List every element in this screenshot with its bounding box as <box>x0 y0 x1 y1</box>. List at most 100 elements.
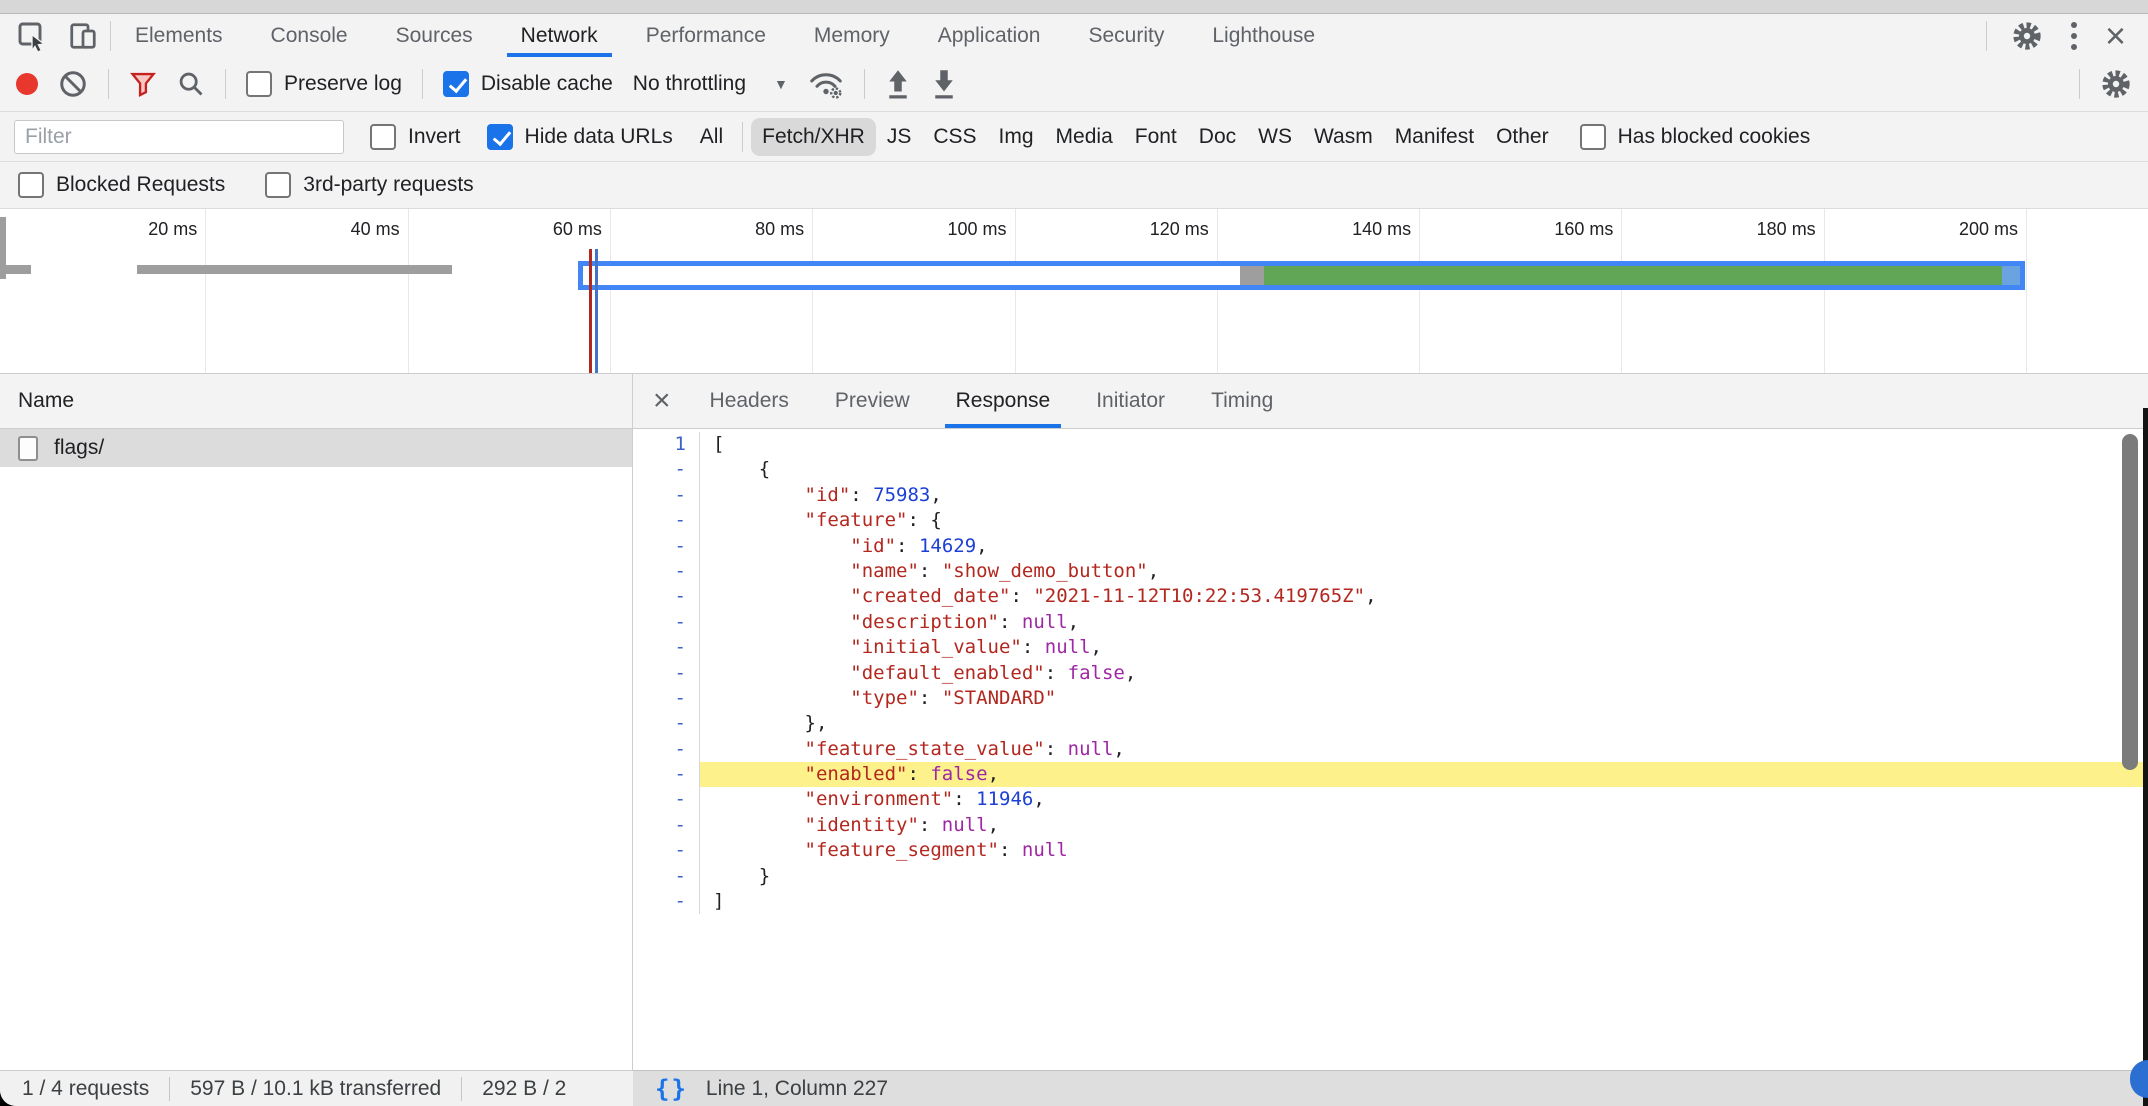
request-waterfall-bar[interactable] <box>578 261 2025 290</box>
code-text: "identity": null, <box>700 813 2148 838</box>
code-text: "type": "STANDARD" <box>700 686 2148 711</box>
filter-input[interactable] <box>14 120 344 154</box>
network-settings-gear-icon[interactable] <box>2100 68 2132 100</box>
close-devtools-icon[interactable]: × <box>2105 18 2126 54</box>
settings-gear-icon[interactable] <box>2011 20 2043 52</box>
devtools-tab-strip: ElementsConsoleSourcesNetworkPerformance… <box>111 14 1339 57</box>
invert-checkbox[interactable]: Invert <box>370 124 461 150</box>
type-filter-font[interactable]: Font <box>1124 118 1188 156</box>
requests-list: flags/ <box>0 429 632 467</box>
type-filter-fetch-xhr[interactable]: Fetch/XHR <box>751 118 876 156</box>
disable-cache-label: Disable cache <box>481 72 613 96</box>
request-row[interactable]: flags/ <box>0 429 632 467</box>
tab-console[interactable]: Console <box>247 14 372 57</box>
detail-tab-response[interactable]: Response <box>933 374 1074 428</box>
third-party-requests-checkbox[interactable]: 3rd-party requests <box>265 172 473 198</box>
code-text: "feature_segment": null <box>700 838 2148 863</box>
name-column-header[interactable]: Name <box>0 374 632 429</box>
has-blocked-cookies-checkbox[interactable]: Has blocked cookies <box>1580 124 1811 150</box>
type-filter-ws[interactable]: WS <box>1247 118 1303 156</box>
timeline-tick-label: 80 ms <box>694 219 804 240</box>
filter-funnel-icon[interactable] <box>129 70 157 98</box>
code-line: - "id": 75983, <box>633 483 2148 508</box>
network-conditions-icon[interactable] <box>808 69 844 99</box>
timeline-gridline <box>1419 209 1420 373</box>
checkbox-checked[interactable] <box>443 71 469 97</box>
timeline-tick-label: 140 ms <box>1301 219 1411 240</box>
preserve-log-checkbox[interactable]: Preserve log <box>246 71 402 97</box>
window-top-edge <box>0 0 2148 14</box>
tab-performance[interactable]: Performance <box>622 14 790 57</box>
chevron-down-icon: ▼ <box>774 76 788 92</box>
divider <box>225 69 226 99</box>
detail-tab-initiator[interactable]: Initiator <box>1073 374 1188 428</box>
checkbox-unchecked[interactable] <box>1580 124 1606 150</box>
code-line: - }, <box>633 711 2148 736</box>
gutter-mark: - <box>633 661 700 686</box>
timeline-overview[interactable]: 20 ms40 ms60 ms80 ms100 ms120 ms140 ms16… <box>0 209 2148 374</box>
inspect-element-icon[interactable] <box>16 20 48 52</box>
gutter-mark: - <box>633 813 700 838</box>
timeline-gridline <box>812 209 813 373</box>
gutter-mark: - <box>633 762 700 787</box>
divider <box>169 1077 170 1101</box>
timeline-tick-label: 60 ms <box>492 219 602 240</box>
type-filter-css[interactable]: CSS <box>922 118 987 156</box>
detail-tab-preview[interactable]: Preview <box>812 374 933 428</box>
detail-tab-timing[interactable]: Timing <box>1188 374 1296 428</box>
hide-data-urls-checkbox[interactable]: Hide data URLs <box>487 124 673 150</box>
tab-elements[interactable]: Elements <box>111 14 247 57</box>
status-item: 597 B / 10.1 kB transferred <box>190 1077 441 1101</box>
tab-security[interactable]: Security <box>1064 14 1188 57</box>
gutter-mark: - <box>633 457 700 482</box>
type-filter-media[interactable]: Media <box>1045 118 1124 156</box>
type-filter-other[interactable]: Other <box>1485 118 1560 156</box>
code-text: { <box>700 457 2148 482</box>
close-detail-icon[interactable]: × <box>647 386 687 416</box>
vertical-scrollbar[interactable] <box>2122 434 2138 770</box>
checkbox-unchecked[interactable] <box>370 124 396 150</box>
code-line: - } <box>633 864 2148 889</box>
more-options-icon[interactable] <box>2067 22 2081 50</box>
checkbox-checked[interactable] <box>487 124 513 150</box>
type-filter-doc[interactable]: Doc <box>1188 118 1247 156</box>
type-filter-img[interactable]: Img <box>988 118 1045 156</box>
tab-sources[interactable]: Sources <box>372 14 497 57</box>
search-icon[interactable] <box>177 70 205 98</box>
blocked-requests-checkbox[interactable]: Blocked Requests <box>18 172 225 198</box>
code-line: - "initial_value": null, <box>633 635 2148 660</box>
clear-network-log-icon[interactable] <box>58 69 88 99</box>
type-filter-js[interactable]: JS <box>876 118 923 156</box>
invert-label: Invert <box>408 125 461 149</box>
dcl-event-line <box>595 249 598 373</box>
throttling-select[interactable]: No throttling ▼ <box>633 72 788 96</box>
tab-network[interactable]: Network <box>497 14 622 57</box>
checkbox-unchecked[interactable] <box>246 71 272 97</box>
divider <box>2079 69 2080 99</box>
checkbox-unchecked[interactable] <box>18 172 44 198</box>
divider <box>461 1077 462 1101</box>
export-har-icon[interactable] <box>931 69 957 99</box>
timeline-gridline <box>408 209 409 373</box>
pretty-print-braces-icon[interactable]: {} <box>655 1075 688 1103</box>
timeline-gridline <box>1217 209 1218 373</box>
import-har-icon[interactable] <box>885 69 911 99</box>
gutter-mark: - <box>633 686 700 711</box>
tab-application[interactable]: Application <box>914 14 1065 57</box>
tab-memory[interactable]: Memory <box>790 14 914 57</box>
checkbox-unchecked[interactable] <box>265 172 291 198</box>
type-filter-wasm[interactable]: Wasm <box>1303 118 1384 156</box>
code-line: - "created_date": "2021-11-12T10:22:53.4… <box>633 584 2148 609</box>
divider <box>864 69 865 99</box>
tab-lighthouse[interactable]: Lighthouse <box>1188 14 1339 57</box>
code-text: ] <box>700 889 2148 914</box>
third-party-requests-label: 3rd-party requests <box>303 173 473 197</box>
disable-cache-checkbox[interactable]: Disable cache <box>443 71 613 97</box>
detail-tab-headers[interactable]: Headers <box>687 374 812 428</box>
device-toolbar-icon[interactable] <box>68 21 98 51</box>
code-line: 1[ <box>633 432 2148 457</box>
type-filter-all[interactable]: All <box>689 118 734 156</box>
response-code[interactable]: 1[- {- "id": 75983,- "feature": {- "id":… <box>633 429 2148 1070</box>
type-filter-manifest[interactable]: Manifest <box>1384 118 1485 156</box>
record-network-log-icon[interactable] <box>16 73 38 95</box>
